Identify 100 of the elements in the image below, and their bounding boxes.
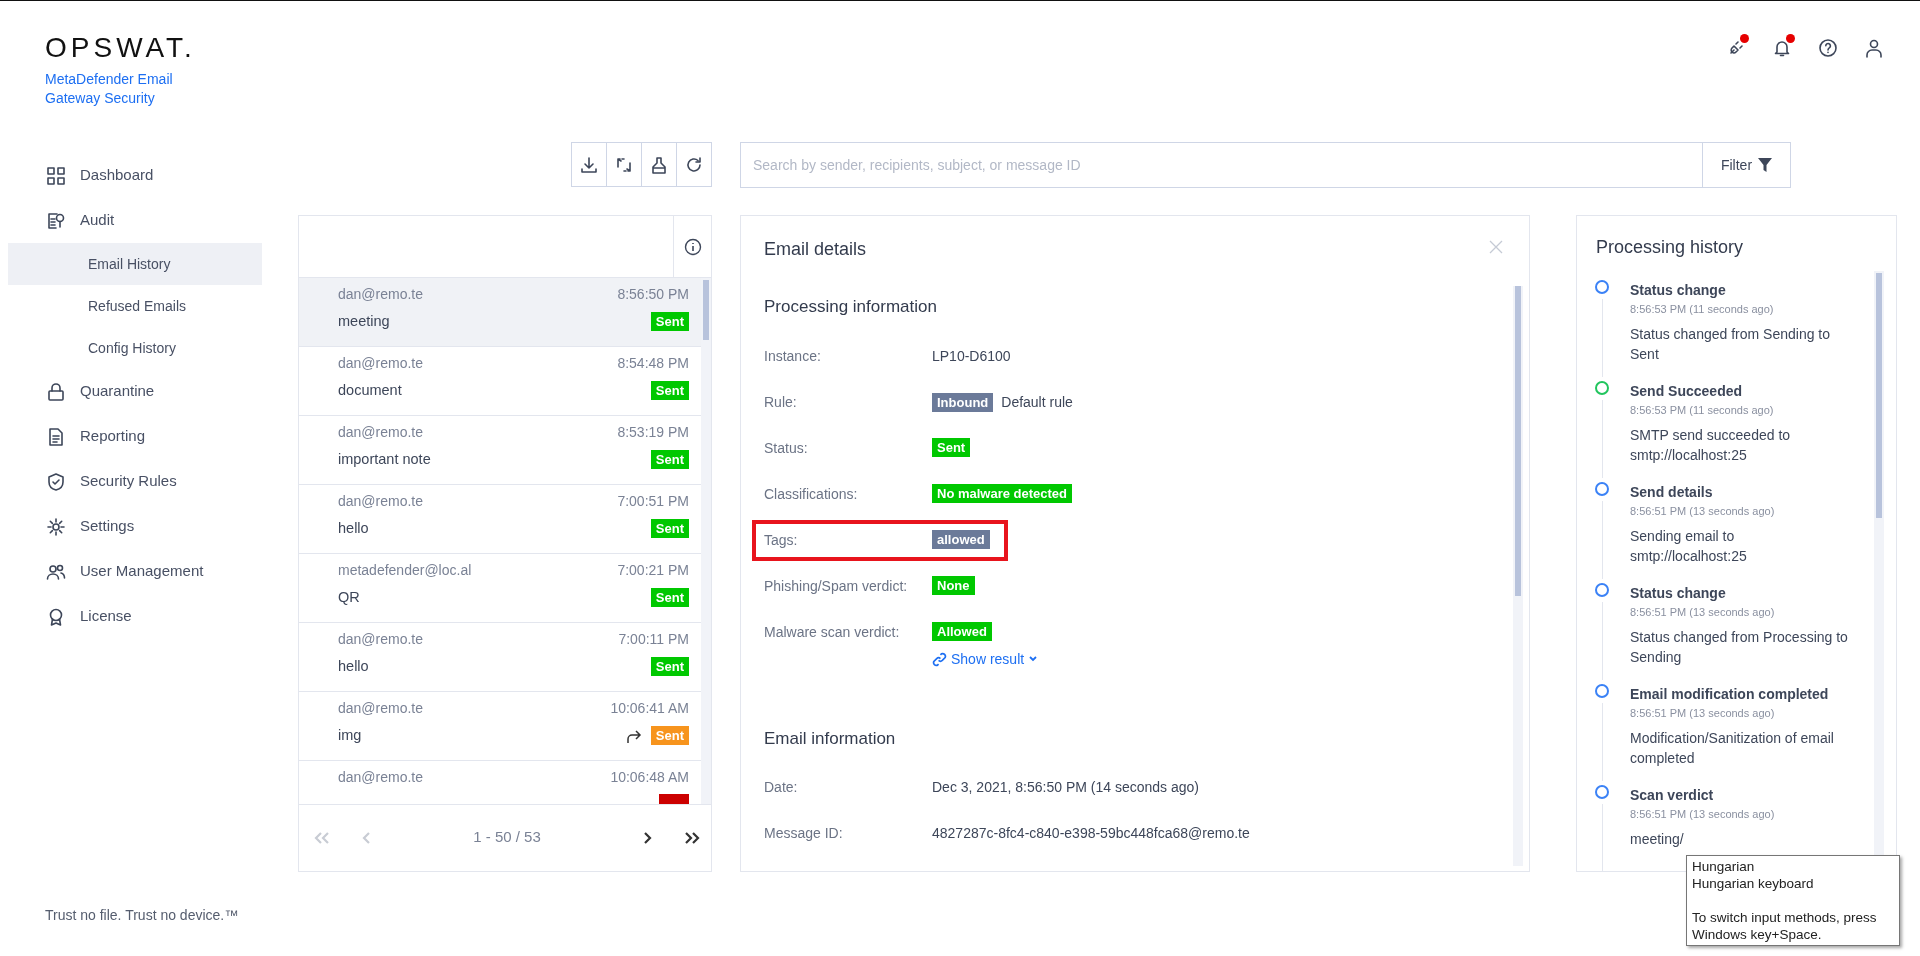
download-icon [579, 154, 599, 175]
event-time: 8:56:53 PM (11 seconds ago) [1630, 302, 1775, 317]
info-icon[interactable] [683, 237, 702, 256]
scrollbar[interactable] [701, 278, 711, 804]
field-value: Dec 3, 2021, 8:56:50 PM (14 seconds ago) [932, 778, 1199, 797]
status-badge: Sent [650, 657, 689, 677]
grid-icon [46, 165, 66, 186]
sender-address: dan@remo.te [338, 492, 424, 511]
sender-address: dan@remo.te [338, 699, 424, 718]
page-range: 1 - 50 / 53 [472, 827, 542, 848]
email-row[interactable]: dan@remo.te 7:00:11 PM hello Sent [299, 623, 701, 692]
sidebar-subitem[interactable]: Email History [8, 243, 262, 285]
link-icon [932, 651, 947, 667]
lock-icon [46, 381, 66, 402]
field-label: Classifications: [764, 484, 859, 504]
filter-icon [1758, 158, 1773, 172]
rule-badge: Inbound [932, 392, 994, 412]
sender-address: dan@remo.te [338, 354, 424, 373]
time-text: 10:06:41 AM [610, 699, 689, 718]
email-row[interactable]: metadefender@loc.al 7:00:21 PM QR Sent [299, 554, 701, 623]
event-description: Status changed from Processing to Sending [1630, 627, 1849, 667]
show-result-link[interactable]: Show result [932, 648, 1039, 670]
sidebar-item[interactable]: User Management [0, 549, 262, 594]
shield-check-icon [46, 471, 66, 492]
time-text: 8:53:19 PM [617, 423, 689, 442]
next-page-icon[interactable] [641, 830, 653, 845]
email-row[interactable]: dan@remo.te 8:54:48 PM document Sent [299, 347, 701, 416]
section-heading: Email information [764, 727, 897, 750]
status-badge: Sent [650, 588, 689, 608]
field-value: LP10-D6100 [932, 346, 1011, 366]
broom-button[interactable] [641, 142, 677, 187]
sidebar-item[interactable]: Security Rules [0, 459, 262, 504]
sidebar-item[interactable]: License [0, 594, 262, 639]
field-label: Status: [764, 438, 809, 458]
status-badge: Sent [650, 450, 689, 470]
subject-text: img [338, 726, 362, 745]
scrollbar[interactable] [1513, 286, 1523, 866]
event-title: Email modification completed [1630, 685, 1830, 704]
email-row[interactable]: dan@remo.te 10:06:41 AM img Sent [299, 692, 701, 761]
section-heading: Processing information [764, 296, 938, 318]
sender-address: dan@remo.te [338, 285, 424, 304]
status-badge: Sent [650, 726, 689, 746]
bell-icon[interactable] [1772, 38, 1792, 59]
sidebar-item[interactable]: Reporting [0, 414, 262, 459]
event-title: Status change [1630, 281, 1727, 300]
tooltip-text: Hungarian keyboard [1692, 876, 1814, 891]
time-text: 8:54:48 PM [617, 354, 689, 373]
event-title: Status change [1630, 584, 1727, 603]
sidebar-item[interactable]: Quarantine [0, 369, 262, 414]
event-title: Send details [1630, 483, 1714, 502]
help-icon[interactable] [1818, 38, 1838, 59]
user-icon[interactable] [1864, 38, 1884, 59]
event-time: 8:56:51 PM (13 seconds ago) [1630, 706, 1776, 721]
event-description: meeting/ [1630, 829, 1685, 849]
value-badge: Sent [932, 437, 971, 457]
field-label: Instance: [764, 346, 822, 366]
sidebar-subitem[interactable]: Config History [8, 327, 262, 369]
subject-text: QR [338, 588, 360, 607]
field-label: Message ID: [764, 824, 844, 843]
event-time: 8:56:51 PM (13 seconds ago) [1630, 504, 1776, 519]
sidebar-item[interactable]: Settings [0, 504, 262, 549]
settings-icon [46, 516, 66, 537]
subject-text: important note [338, 450, 431, 469]
refresh-button[interactable] [676, 142, 712, 187]
sidebar-subitem[interactable]: Refused Emails [8, 285, 262, 327]
time-text: 7:00:11 PM [618, 630, 689, 649]
company-logo: OPSWAT. [45, 34, 197, 62]
sender-address: dan@remo.te [338, 630, 424, 649]
download-button[interactable] [571, 142, 607, 187]
subject-text: meeting [338, 312, 390, 331]
sidebar-item[interactable]: Audit [0, 198, 262, 243]
field-value: Default rule [1001, 392, 1073, 412]
document-icon [46, 426, 66, 447]
last-page-icon[interactable] [683, 830, 701, 845]
event-time: 8:56:53 PM (11 seconds ago) [1630, 403, 1775, 418]
subject-text: hello [338, 657, 369, 676]
field-label: Phishing/Spam verdict: [764, 576, 909, 596]
field-label: Rule: [764, 392, 798, 412]
event-title: Scan verdict [1630, 786, 1715, 805]
time-text: 10:06:48 AM [610, 768, 689, 787]
sidebar-item[interactable]: Dashboard [0, 153, 262, 198]
email-row[interactable]: dan@remo.te 8:53:19 PM important note Sent [299, 416, 701, 485]
sender-address: dan@remo.te [338, 768, 424, 787]
search-field[interactable]: Search by sender, recipients, subject, or message ID Filter [740, 142, 1791, 188]
sender-address: metadefender@loc.al [338, 561, 472, 580]
event-description: Status changed from Sending to Sent [1630, 324, 1832, 364]
field-label: Tags: [764, 530, 799, 550]
email-row[interactable]: dan@remo.te 7:00:51 PM hello Sent [299, 485, 701, 554]
value-badge: allowed [932, 529, 990, 549]
subject-text: hello [338, 519, 369, 538]
sender-address: dan@remo.te [338, 423, 424, 442]
event-time: 8:56:51 PM (13 seconds ago) [1630, 807, 1776, 822]
sync-button[interactable] [606, 142, 642, 187]
tooltip-text: To switch input methods, press Windows key+Space. [1692, 910, 1877, 942]
time-text: 7:00:21 PM [617, 561, 689, 580]
panel-title: Email details [764, 238, 867, 261]
audit-icon [46, 210, 66, 231]
event-description: Modification/Sanitization of email completed [1630, 728, 1835, 768]
email-row[interactable]: dan@remo.te 8:56:50 PM meeting Sent [299, 278, 701, 347]
status-badge: Sent [650, 519, 689, 539]
